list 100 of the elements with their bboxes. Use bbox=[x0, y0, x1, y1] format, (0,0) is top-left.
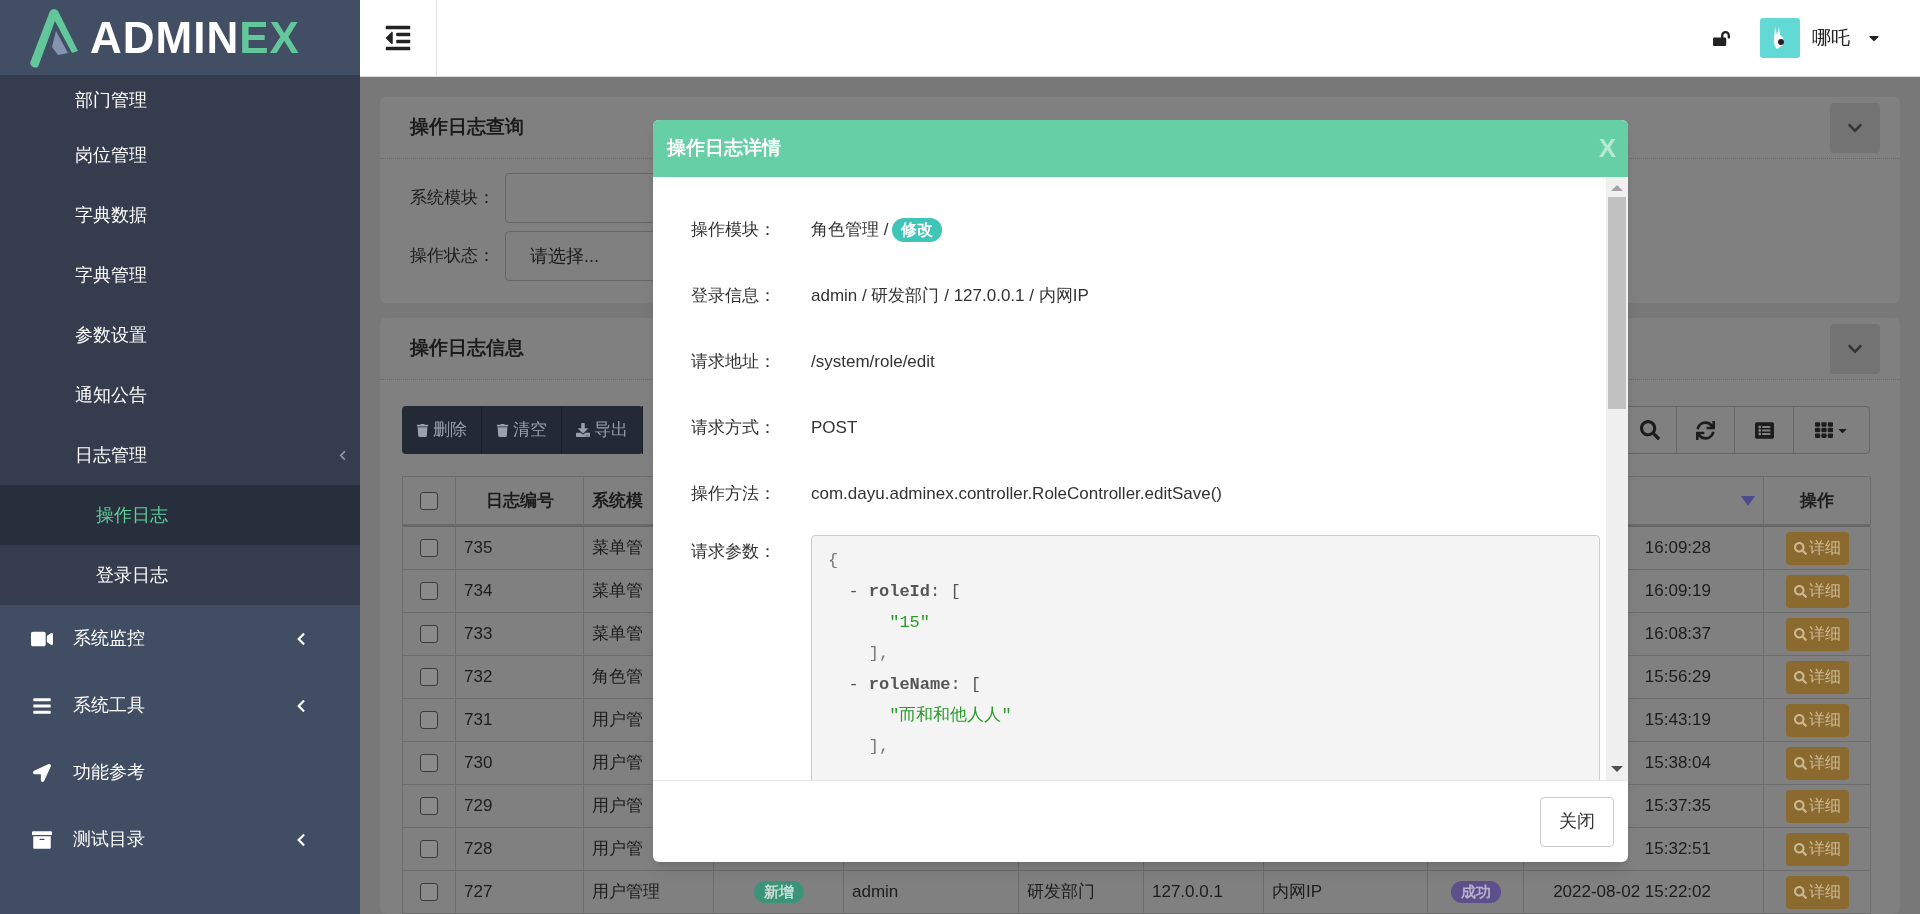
search-icon bbox=[1793, 842, 1807, 856]
detail-label: 请求参数： bbox=[691, 541, 777, 563]
table-cell-text: 用户管 bbox=[592, 752, 643, 775]
column-header[interactable]: 系统模 bbox=[592, 487, 643, 514]
grid-icon bbox=[1814, 421, 1833, 439]
table-cell-text: 15:38:04 bbox=[1644, 752, 1711, 775]
table-cell-text: 734 bbox=[464, 580, 493, 603]
sidebar-item[interactable]: 通知公告 bbox=[0, 365, 360, 425]
table-cell-text: 16:08:37 bbox=[1644, 623, 1711, 646]
avatar-image[interactable] bbox=[1760, 18, 1800, 58]
table-cell-text: 菜单管 bbox=[592, 580, 643, 603]
detail-label: 操作模块： bbox=[691, 219, 777, 242]
list-icon bbox=[1754, 420, 1774, 440]
checkbox[interactable] bbox=[420, 491, 438, 510]
checkbox[interactable] bbox=[420, 754, 438, 772]
table-cell-text: 15:56:29 bbox=[1644, 666, 1711, 689]
detail-value: admin / 研发部门 / 127.0.0.1 / 内网IP bbox=[811, 285, 1089, 308]
search-icon bbox=[1793, 670, 1807, 684]
checkbox[interactable] bbox=[420, 668, 438, 686]
code-line: "而和和他人人" bbox=[888, 705, 1012, 727]
sidebar-item[interactable]: 部门管理 bbox=[0, 75, 360, 125]
sidebar-item[interactable]: 参数设置 bbox=[0, 305, 360, 365]
table-cell-text: 2022-08-02 15:22:02 bbox=[1553, 881, 1711, 904]
sidebar-subitem[interactable]: 操作日志 bbox=[0, 485, 360, 545]
download-icon bbox=[576, 423, 590, 437]
search-icon bbox=[1793, 799, 1807, 813]
sidebar-item[interactable]: 系统工具 bbox=[0, 672, 360, 739]
type-tag: 新增 bbox=[753, 880, 804, 904]
trash-icon bbox=[496, 423, 509, 437]
toolbar-button[interactable]: 清空 bbox=[482, 406, 562, 454]
checkbox[interactable] bbox=[420, 539, 438, 557]
search-icon bbox=[1793, 713, 1807, 727]
checkbox[interactable] bbox=[420, 883, 438, 901]
table-cell-text: 用户管理 bbox=[592, 881, 660, 904]
panel-title: 操作日志信息 bbox=[410, 336, 524, 361]
table-cell-text: 角色管 bbox=[592, 666, 643, 689]
table-cell-text: 16:09:28 bbox=[1644, 537, 1711, 560]
sidebar-item[interactable]: 字典管理 bbox=[0, 245, 360, 305]
search-icon bbox=[1793, 756, 1807, 770]
table-cell-text: 15:43:19 bbox=[1644, 709, 1711, 732]
sidebar-item[interactable]: 日志管理 bbox=[0, 425, 360, 485]
table-cell-text: 15:32:51 bbox=[1644, 838, 1711, 861]
table-cell-text: 732 bbox=[464, 666, 493, 689]
table-cell-text: 735 bbox=[464, 537, 493, 560]
table-cell-text: 15:37:35 bbox=[1644, 795, 1711, 818]
detail-value: 角色管理 / bbox=[811, 219, 889, 242]
detail-value: com.dayu.adminex.controller.RoleController.editSave() bbox=[811, 483, 1223, 506]
logo-text: ADMINEX bbox=[90, 15, 300, 60]
table-cell-text: 用户管 bbox=[592, 838, 643, 861]
user-name[interactable]: 哪吒 bbox=[1812, 23, 1850, 53]
toolbar-button[interactable]: 导出 bbox=[562, 406, 643, 454]
table-cell-text: 729 bbox=[464, 795, 493, 818]
sidebar-item[interactable]: 测试目录 bbox=[0, 806, 360, 873]
sort-caret-icon bbox=[1741, 495, 1755, 506]
checkbox[interactable] bbox=[420, 840, 438, 858]
column-header[interactable]: 日志编号 bbox=[486, 487, 554, 514]
sidebar-item[interactable]: 系统监控 bbox=[0, 605, 360, 672]
search-icon bbox=[1793, 627, 1807, 641]
checkbox[interactable] bbox=[420, 582, 438, 600]
refresh-icon bbox=[1696, 420, 1715, 440]
toolbar-button[interactable]: 删除 bbox=[402, 406, 482, 454]
column-header[interactable]: 操作 bbox=[1800, 487, 1834, 514]
checkbox[interactable] bbox=[420, 797, 438, 815]
table-cell-text: 733 bbox=[464, 623, 493, 646]
checkbox[interactable] bbox=[420, 711, 438, 729]
detail-value: POST bbox=[811, 417, 858, 440]
detail-label: 操作方法： bbox=[691, 483, 777, 506]
sidebar-item[interactable]: 功能参考 bbox=[0, 739, 360, 806]
table-cell-text: 727 bbox=[464, 881, 493, 904]
sidebar-item[interactable]: 字典数据 bbox=[0, 185, 360, 245]
table-cell-text: 菜单管 bbox=[592, 537, 643, 560]
dialog-title: 操作日志详情 bbox=[667, 136, 781, 161]
table-cell-text: 内网IP bbox=[1272, 881, 1323, 904]
code-line: ], bbox=[867, 643, 890, 665]
table-cell-text: 127.0.0.1 bbox=[1152, 881, 1223, 904]
search-icon bbox=[1793, 541, 1807, 555]
field-label: 系统模块： bbox=[410, 187, 496, 210]
search-icon bbox=[1639, 420, 1660, 440]
code-line: - roleId: [ bbox=[847, 581, 961, 603]
menu-toggle-icon bbox=[384, 24, 412, 52]
panel-title: 操作日志查询 bbox=[410, 115, 524, 140]
close-dialog-button[interactable]: 关闭 bbox=[1540, 796, 1614, 847]
sidebar-subitem[interactable]: 登录日志 bbox=[0, 545, 360, 605]
search-icon bbox=[1793, 584, 1807, 598]
table-cell-text: 用户管 bbox=[592, 709, 643, 732]
trash-icon bbox=[416, 423, 429, 437]
detail-value: /system/role/edit bbox=[811, 351, 935, 374]
checkbox[interactable] bbox=[420, 625, 438, 643]
status-tag: 成功 bbox=[1450, 880, 1501, 904]
field-label: 操作状态： bbox=[410, 245, 496, 268]
table-cell-text: 730 bbox=[464, 752, 493, 775]
detail-label: 请求地址： bbox=[691, 351, 777, 374]
table-cell-text: 728 bbox=[464, 838, 493, 861]
table-cell-text: 菜单管 bbox=[592, 623, 643, 646]
search-icon bbox=[1793, 885, 1807, 899]
code-line: { bbox=[828, 550, 839, 572]
lock-icon bbox=[1713, 29, 1730, 47]
table-cell-text: 研发部门 bbox=[1027, 881, 1095, 904]
sidebar-item[interactable]: 岗位管理 bbox=[0, 125, 360, 185]
table-cell-text: 用户管 bbox=[592, 795, 643, 818]
